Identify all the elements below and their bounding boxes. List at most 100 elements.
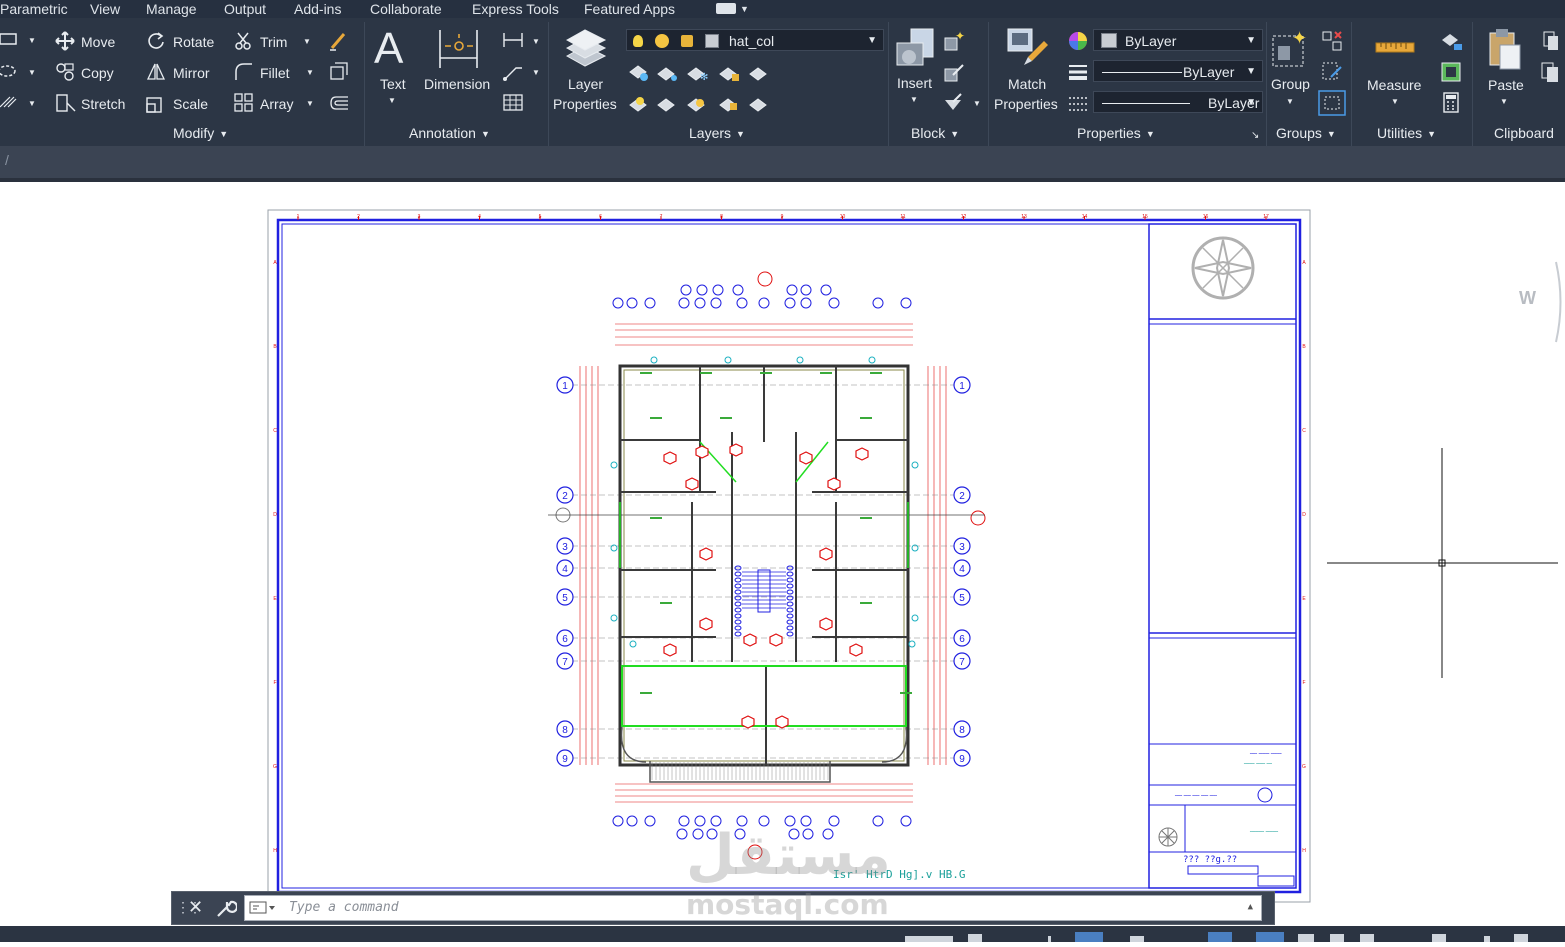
object-color-icon[interactable]: [1067, 30, 1089, 52]
array-button[interactable]: Array: [260, 94, 293, 114]
clipboard-panel-title[interactable]: Clipboard: [1494, 123, 1554, 143]
layer-tools-row2-icons[interactable]: [628, 93, 788, 115]
group-button[interactable]: Group: [1271, 74, 1310, 94]
command-expand-icon[interactable]: ▲: [1248, 895, 1253, 919]
menu-parametric[interactable]: Parametric: [0, 0, 68, 18]
trim-button[interactable]: Trim: [260, 32, 287, 52]
north-compass-icon: [1191, 236, 1255, 300]
paste-icon[interactable]: [1486, 27, 1524, 71]
menu-manage[interactable]: Manage: [146, 0, 197, 18]
groups-panel-title[interactable]: Groups ▼: [1276, 123, 1336, 145]
trim-dropdown-icon[interactable]: ▼: [303, 32, 311, 52]
match-properties-label-line1[interactable]: Match: [1008, 74, 1046, 94]
explode-icon[interactable]: [328, 61, 350, 83]
linear-dimension-icon[interactable]: ▼: [502, 31, 542, 49]
edit-block-icon[interactable]: [943, 61, 965, 83]
fillet-button[interactable]: Fillet: [260, 63, 290, 83]
svg-text:ـــ ـــــ ــــــ: ـــ ـــــ ــــــ: [1243, 760, 1272, 766]
hatch-icon[interactable]: ▼: [0, 95, 36, 109]
lineweight-icon[interactable]: [1067, 62, 1089, 82]
group-dropdown-icon[interactable]: ▼: [1286, 92, 1294, 112]
paste-dropdown-icon[interactable]: ▼: [1500, 92, 1508, 112]
modify-panel-title[interactable]: Modify ▼: [173, 123, 228, 145]
rotate-icon[interactable]: [146, 31, 166, 51]
lineweight-dropdown[interactable]: ByLayer ▼: [1093, 91, 1263, 113]
menu-output[interactable]: Output: [224, 0, 266, 18]
measure-icon[interactable]: [1375, 40, 1415, 54]
drawing-canvas[interactable]: 1 2 3 4 5 6 7 8 9 10 11 12 13 14 15 16 17 AABBCCDDEEFFGG…: [0, 182, 1565, 926]
stretch-button[interactable]: Stretch: [81, 94, 125, 114]
match-properties-icon[interactable]: [1006, 27, 1050, 71]
fillet-dropdown-icon[interactable]: ▼: [306, 63, 314, 83]
offset-icon[interactable]: [328, 93, 350, 113]
move-button[interactable]: Move: [81, 32, 115, 52]
fillet-icon[interactable]: [234, 62, 254, 82]
copy-icon[interactable]: [55, 62, 77, 82]
array-icon[interactable]: [234, 93, 254, 113]
rectangle-icon[interactable]: ▼: [0, 32, 36, 46]
command-close-icon[interactable]: ✕: [188, 897, 203, 918]
command-customize-wrench-icon[interactable]: [215, 899, 237, 919]
text-dropdown-icon[interactable]: ▼: [388, 91, 396, 111]
table-icon[interactable]: [502, 93, 524, 113]
layer-properties-label-line2[interactable]: Properties: [553, 94, 617, 114]
rotate-button[interactable]: Rotate: [173, 32, 214, 52]
viewcube-west-label[interactable]: W: [1519, 288, 1536, 308]
mirror-icon[interactable]: [146, 62, 166, 82]
leader-icon[interactable]: ▼: [502, 62, 542, 82]
color-dropdown[interactable]: ByLayer ▼: [1093, 29, 1263, 51]
scale-button[interactable]: Scale: [173, 94, 208, 114]
utilities-panel-title[interactable]: Utilities ▼: [1377, 123, 1436, 145]
ellipse-icon[interactable]: ▼: [0, 64, 36, 78]
ribbon-toggle-caret-icon[interactable]: ▼: [740, 0, 749, 18]
viewcube-ring[interactable]: [1555, 261, 1562, 343]
panel-divider: [1472, 22, 1473, 146]
text-large-icon[interactable]: A: [374, 26, 403, 72]
ribbon-toggle-icon[interactable]: [716, 3, 736, 14]
move-icon[interactable]: [55, 31, 75, 51]
stretch-icon[interactable]: [55, 93, 77, 113]
menu-featured-apps[interactable]: Featured Apps: [584, 0, 675, 18]
layer-properties-icon[interactable]: [563, 26, 609, 72]
menu-express-tools[interactable]: Express Tools: [472, 0, 559, 18]
insert-block-icon[interactable]: [893, 27, 939, 71]
erase-icon[interactable]: [328, 30, 350, 52]
layers-panel-title[interactable]: Layers ▼: [689, 123, 745, 145]
dimension-button[interactable]: Dimension: [424, 74, 490, 94]
command-history-icon[interactable]: [249, 901, 277, 915]
group-selection-icon[interactable]: [1318, 90, 1346, 116]
properties-panel-title[interactable]: Properties ▼: [1077, 123, 1155, 145]
group-icon[interactable]: ✦: [1270, 28, 1312, 70]
measure-dropdown-icon[interactable]: ▼: [1391, 92, 1399, 112]
ungroup-icon[interactable]: [1321, 30, 1343, 52]
create-block-icon[interactable]: ✦: [943, 30, 965, 52]
cut-icon[interactable]: [1540, 30, 1562, 52]
calculator-icon[interactable]: [1442, 92, 1462, 114]
match-properties-label-line2[interactable]: Properties: [994, 94, 1058, 114]
menu-add-ins[interactable]: Add-ins: [294, 0, 341, 18]
quick-select-icon[interactable]: [1440, 30, 1464, 52]
array-dropdown-icon[interactable]: ▼: [306, 94, 314, 114]
linetype-icon[interactable]: [1067, 94, 1089, 112]
trim-icon[interactable]: [234, 31, 256, 51]
insert-dropdown-icon[interactable]: ▼: [910, 90, 918, 110]
status-bar-icons[interactable]: [0, 926, 1565, 942]
layer-tools-row1-icons[interactable]: ✻: [628, 62, 788, 84]
menu-view[interactable]: View: [90, 0, 120, 18]
edit-attributes-icon[interactable]: ▼: [943, 92, 983, 114]
mirror-button[interactable]: Mirror: [173, 63, 210, 83]
copy-clip-icon[interactable]: [1540, 61, 1562, 83]
scale-icon[interactable]: [146, 93, 166, 113]
drawing-svg[interactable]: 1 2 3 4 5 6 7 8 9 10 11 12 13 14 15 16 17 A AB BC CD DE EF FG G…: [0, 182, 1565, 926]
properties-dialog-launcher-icon[interactable]: ↘: [1251, 126, 1259, 146]
copy-button[interactable]: Copy: [81, 63, 114, 83]
layer-properties-label-line1[interactable]: Layer: [568, 74, 603, 94]
block-panel-title[interactable]: Block ▼: [911, 123, 959, 145]
linetype-dropdown[interactable]: ByLayer ▼: [1093, 60, 1263, 82]
menu-collaborate[interactable]: Collaborate: [370, 0, 442, 18]
group-edit-icon[interactable]: [1321, 61, 1343, 83]
annotation-panel-title[interactable]: Annotation ▼: [409, 123, 490, 145]
dimension-icon[interactable]: [437, 28, 481, 72]
select-all-icon[interactable]: [1440, 61, 1464, 83]
layer-dropdown[interactable]: hat_col ▼: [626, 29, 884, 51]
